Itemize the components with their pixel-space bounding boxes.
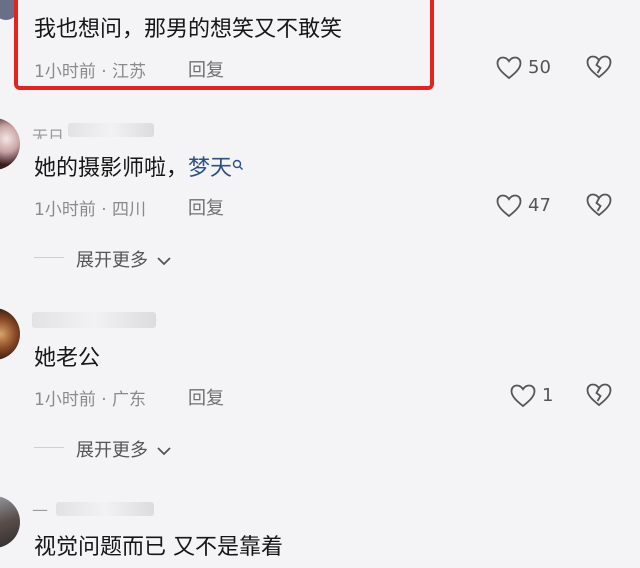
chevron-down-icon bbox=[157, 447, 171, 456]
username-text: 无日 bbox=[32, 127, 65, 139]
expand-divider bbox=[34, 447, 64, 448]
like-count: 1 bbox=[542, 385, 554, 406]
username-text: — bbox=[32, 500, 48, 519]
chevron-down-icon bbox=[157, 257, 171, 266]
avatar[interactable] bbox=[0, 496, 20, 548]
blurred-username bbox=[56, 502, 154, 516]
comment-body: 她的摄影师啦， bbox=[34, 156, 189, 181]
heart-outline-icon bbox=[496, 194, 522, 218]
comment-time: 1小时前 bbox=[34, 390, 96, 410]
comment-text: 她老公 bbox=[34, 346, 101, 371]
meta-separator: · bbox=[101, 390, 107, 410]
reply-button[interactable]: 回复 bbox=[188, 384, 224, 410]
comment-meta: 1小时前 · 四川 bbox=[34, 195, 146, 220]
like-count: 50 bbox=[528, 57, 551, 78]
broken-heart-icon bbox=[586, 55, 612, 79]
like-button[interactable]: 47 bbox=[496, 192, 556, 220]
username-partial[interactable]: 无日 bbox=[32, 121, 156, 139]
dislike-button[interactable] bbox=[586, 55, 612, 81]
like-count: 47 bbox=[528, 195, 551, 216]
reply-button[interactable]: 回复 bbox=[188, 56, 224, 82]
search-mini-icon[interactable] bbox=[232, 159, 244, 171]
heart-outline-icon bbox=[496, 56, 522, 80]
reply-button[interactable]: 回复 bbox=[188, 194, 224, 220]
like-button[interactable]: 1 bbox=[510, 382, 556, 410]
blurred-username bbox=[68, 123, 154, 137]
comment-location: 江苏 bbox=[112, 62, 147, 82]
dislike-button[interactable] bbox=[586, 193, 612, 219]
comment-time: 1小时前 bbox=[34, 200, 96, 220]
username-partial[interactable]: — bbox=[32, 500, 156, 519]
comment-location: 四川 bbox=[112, 200, 147, 220]
meta-separator: · bbox=[101, 62, 107, 82]
comment-meta: 1小时前 · 广东 bbox=[34, 385, 146, 410]
comment-location: 广东 bbox=[112, 390, 147, 410]
meta-separator: · bbox=[101, 200, 107, 220]
expand-more-label: 展开更多 bbox=[76, 440, 148, 461]
comment-meta: 1小时前 · 江苏 bbox=[34, 57, 146, 82]
expand-more-label: 展开更多 bbox=[76, 250, 148, 271]
mention-link[interactable]: 梦天 bbox=[188, 156, 232, 181]
comment-text: 视觉问题而已 又不是靠着 bbox=[34, 535, 283, 560]
comment-text: 她的摄影师啦，梦天 bbox=[34, 155, 244, 183]
heart-outline-icon bbox=[510, 384, 536, 408]
avatar[interactable] bbox=[0, 118, 20, 170]
expand-divider bbox=[34, 257, 64, 258]
avatar[interactable] bbox=[0, 308, 20, 360]
broken-heart-icon bbox=[586, 383, 612, 407]
like-button[interactable]: 50 bbox=[496, 54, 556, 82]
dislike-button[interactable] bbox=[586, 383, 612, 409]
expand-more-button[interactable]: 展开更多 bbox=[76, 436, 172, 462]
blurred-username[interactable] bbox=[32, 312, 156, 328]
expand-more-button[interactable]: 展开更多 bbox=[76, 246, 172, 272]
comment-time: 1小时前 bbox=[34, 62, 96, 82]
broken-heart-icon bbox=[586, 193, 612, 217]
comment-text: 我也想问，那男的想笑又不敢笑 bbox=[34, 17, 343, 42]
